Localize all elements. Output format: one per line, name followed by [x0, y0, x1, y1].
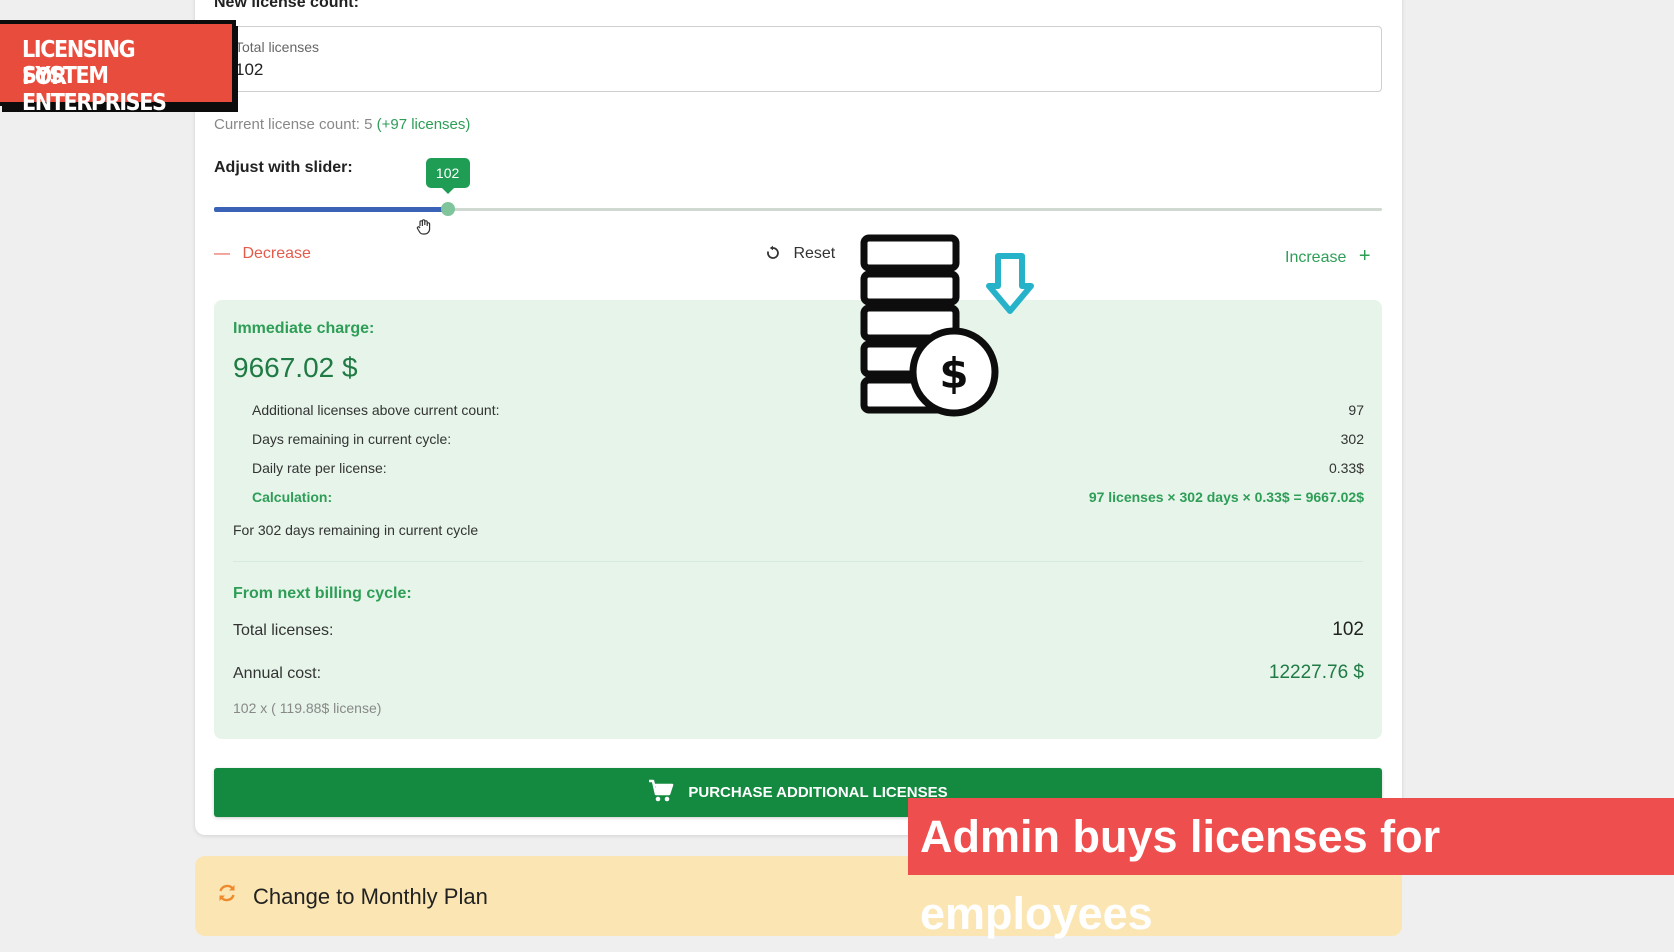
- calculation-value: 97 licenses × 302 days × 0.33$ = 9667.02…: [1088, 489, 1364, 505]
- reset-button[interactable]: Reset: [765, 245, 835, 263]
- hand-cursor-icon: [414, 217, 434, 242]
- annual-cost-label: Annual cost:: [233, 665, 322, 682]
- additional-licenses-label: Additional licenses above current count:: [252, 402, 500, 418]
- current-count-prefix: Current license count: 5: [214, 116, 373, 133]
- increase-label: Increase: [1285, 249, 1347, 266]
- field-value[interactable]: 102: [235, 60, 263, 80]
- total-licenses-value: 102: [1332, 619, 1364, 640]
- total-licenses-field[interactable]: Total licenses 102: [214, 26, 1382, 92]
- total-licenses-label: Total licenses:: [233, 622, 334, 639]
- caption-banner: Admin buys licenses for employees: [908, 798, 1674, 939]
- charge-summary: [214, 300, 1382, 739]
- decrease-button[interactable]: — Decrease: [214, 245, 311, 263]
- immediate-charge-label: Immediate charge:: [233, 320, 375, 337]
- daily-rate-value: 0.33$: [1328, 460, 1364, 476]
- reset-icon: [765, 245, 785, 262]
- cart-icon: [648, 779, 674, 807]
- daily-rate-label: Daily rate per license:: [252, 460, 387, 476]
- svg-text:$: $: [939, 349, 968, 398]
- annual-formula: 102 x ( 119.88$ license): [233, 700, 382, 716]
- brand-badge: LICENSING SYSTEM FOR ENTERPRISES: [0, 20, 236, 116]
- annual-cost-value: 12227.76 $: [1268, 662, 1364, 683]
- field-label: Total licenses: [235, 39, 320, 55]
- cycle-note: For 302 days remaining in current cycle: [233, 522, 479, 538]
- slider-label: Adjust with slider:: [214, 159, 353, 176]
- plus-icon: +: [1358, 245, 1371, 267]
- decrease-label: Decrease: [242, 245, 311, 262]
- additional-licenses-value: 97: [1348, 402, 1364, 418]
- slider-fill: [214, 207, 448, 212]
- arrow-down-icon: [985, 250, 1035, 321]
- current-count-text: Current license count: 5 (+97 licenses): [214, 116, 470, 133]
- immediate-charge-amount: 9667.02 $: [233, 352, 358, 383]
- license-delta: (+97 licenses): [376, 116, 471, 133]
- brand-line-2: FOR ENTERPRISES: [22, 64, 167, 116]
- new-count-label: New license count:: [214, 0, 359, 11]
- slider-value-tooltip: 102: [425, 158, 470, 194]
- reset-label: Reset: [793, 245, 836, 262]
- days-remaining-label: Days remaining in current cycle:: [252, 431, 452, 447]
- next-cycle-label: From next billing cycle:: [233, 585, 412, 602]
- refresh-icon: [216, 882, 238, 910]
- slider-thumb[interactable]: [440, 202, 455, 216]
- minus-icon: —: [214, 245, 230, 262]
- calculation-label: Calculation:: [252, 489, 333, 505]
- divider: [233, 561, 1363, 562]
- increase-button[interactable]: Increase +: [1285, 245, 1371, 268]
- days-remaining-value: 302: [1340, 431, 1364, 447]
- license-slider[interactable]: 102: [214, 158, 1382, 218]
- monthly-plan-title[interactable]: Change to Monthly Plan: [253, 884, 488, 910]
